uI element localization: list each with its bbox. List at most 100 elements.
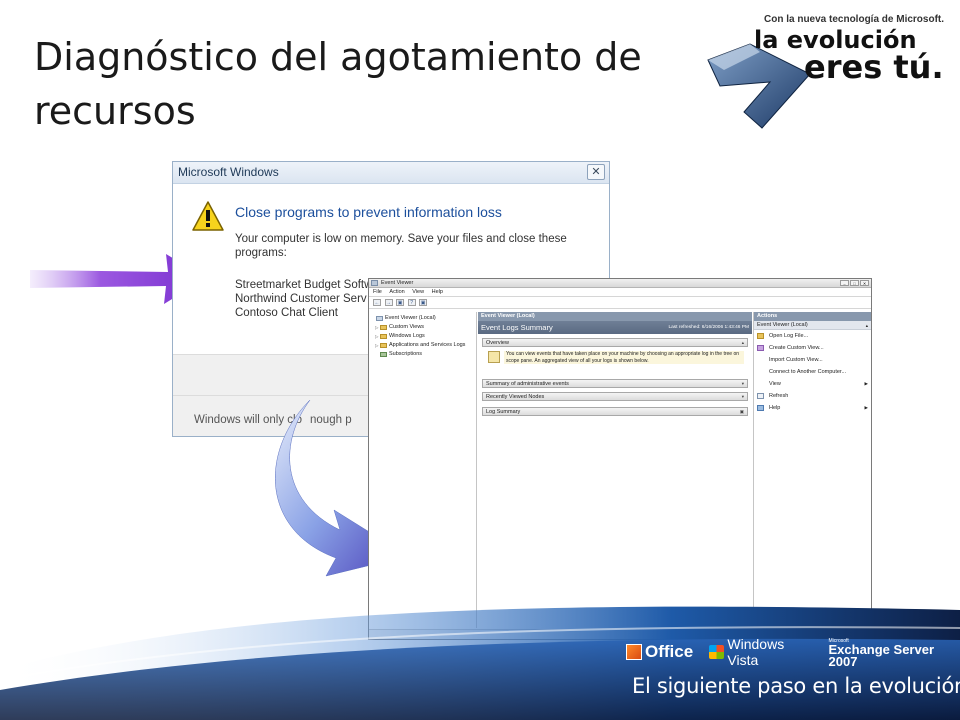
action-import-custom-view[interactable]: Import Custom View... (754, 354, 871, 366)
menu-action[interactable]: Action (389, 288, 404, 297)
evolution-logo: Con la nueva tecnología de Microsoft. la… (700, 0, 960, 140)
help-toolbar-icon[interactable]: ? (407, 299, 416, 306)
action-label: Open Log File... (769, 333, 809, 339)
overview-text: You can view events that have taken plac… (504, 351, 744, 364)
expand-icon[interactable]: ▾ (742, 393, 744, 401)
section-overview[interactable]: Overview ▴ (482, 338, 748, 347)
computer-icon (376, 316, 383, 321)
back-icon[interactable]: ← (373, 299, 381, 306)
event-logs-summary-bar: Event Logs Summary Last refreshed: 6/16/… (478, 321, 752, 334)
close-icon[interactable]: ✕ (860, 280, 869, 286)
ev-window-title: Event Viewer (381, 280, 414, 286)
expand-icon[interactable]: ▾ (742, 380, 744, 388)
windows-vista-label: Windows Vista (727, 636, 785, 668)
tree-item-label: Custom Views (389, 324, 425, 330)
banner-tagline: El siguiente paso en la evolución. (632, 674, 960, 698)
dialog-heading: Close programs to prevent information lo… (235, 204, 502, 220)
dialog-message: Your computer is low on memory. Save you… (235, 233, 567, 259)
section-label: Summary of administrative events (486, 381, 569, 387)
office-label: Office (645, 642, 694, 661)
action-view[interactable]: View ▶ (754, 378, 871, 390)
section-log-summary[interactable]: Log Summary ▣ (482, 407, 748, 416)
program-item: Northwind Customer Serv (235, 293, 367, 305)
maximize-icon[interactable]: □ (850, 280, 859, 286)
menu-help[interactable]: Help (432, 288, 443, 297)
submenu-arrow-icon: ▶ (864, 405, 868, 410)
section-admin-events[interactable]: Summary of administrative events ▾ (482, 379, 748, 388)
collapse-icon[interactable]: ▴ (866, 321, 868, 330)
dialog-title: Microsoft Windows (178, 165, 279, 179)
minimize-icon[interactable]: – (840, 280, 849, 286)
exchange-logo: Microsoft Exchange Server 2007 (829, 638, 960, 668)
action-label: Help (769, 405, 781, 411)
center-pane-header: Event Viewer (Local) (478, 312, 752, 321)
windows-vista-logo: Windows Vista (709, 636, 814, 668)
forward-icon[interactable]: → (384, 299, 393, 306)
ev-titlebar: Event Viewer – □ ✕ (369, 279, 871, 288)
show-hide-tree-icon[interactable]: ▣ (396, 299, 405, 306)
logo-line2: eres tú. (804, 48, 944, 86)
dialog-titlebar: Microsoft Windows ✕ (173, 162, 609, 184)
logo-tagline: Con la nueva tecnología de Microsoft. (764, 14, 945, 25)
tree-item-windows-logs[interactable]: ▷ Windows Logs (371, 332, 474, 341)
tree-item-custom-views[interactable]: ▷ Custom Views (371, 323, 474, 332)
collapse-icon[interactable]: ▴ (742, 339, 744, 347)
folder-icon (380, 334, 387, 339)
product-logos: Office Windows Vista Microsoft Exchange … (626, 636, 960, 668)
warning-icon (192, 201, 224, 231)
help-icon (757, 405, 764, 411)
menu-view[interactable]: View (412, 288, 424, 297)
office-logo: Office (626, 642, 693, 662)
ev-toolbar: ← → ▣ ? ▣ (369, 297, 871, 309)
windows-flag-icon (709, 645, 725, 659)
action-help[interactable]: Help ▶ (754, 402, 871, 414)
actions-group-header[interactable]: Event Viewer (Local) ▴ (754, 321, 871, 330)
section-recent-nodes[interactable]: Recently Viewed Nodes ▾ (482, 392, 748, 401)
action-create-custom-view[interactable]: Create Custom View... (754, 342, 871, 354)
folder-icon (380, 325, 387, 330)
overview-body: You can view events that have taken plac… (488, 349, 748, 369)
action-label: Refresh (769, 393, 789, 399)
folder-icon (380, 343, 387, 348)
info-icon (488, 351, 500, 363)
office-icon (626, 644, 642, 660)
tree-item-label: Event Viewer (Local) (385, 315, 436, 321)
action-connect-another-computer[interactable]: Connect to Another Computer... (754, 366, 871, 378)
tree-item-event-viewer-local[interactable]: Event Viewer (Local) (371, 314, 474, 323)
action-label: Create Custom View... (769, 345, 824, 351)
ev-window-buttons: – □ ✕ (839, 280, 869, 287)
slide-title: Diagnóstico del agotamiento de recursos (34, 35, 642, 133)
dialog-close-button[interactable]: ✕ (587, 164, 605, 180)
tree-item-label: Subscriptions (389, 351, 423, 357)
submenu-arrow-icon: ▶ (864, 381, 868, 386)
section-label: Overview (486, 340, 509, 346)
actions-header: Actions (754, 312, 871, 321)
event-viewer-icon (371, 280, 378, 286)
action-label: View (769, 381, 781, 387)
program-list: Streetmarket Budget Softw Northwind Cust… (235, 278, 372, 320)
action-label: Import Custom View... (769, 357, 823, 363)
section-label: Recently Viewed Nodes (486, 394, 545, 400)
refresh-icon (757, 393, 764, 399)
summary-title: Event Logs Summary (481, 323, 553, 332)
expand-icon[interactable]: ▣ (740, 408, 744, 416)
action-open-log-file[interactable]: Open Log File... (754, 330, 871, 342)
program-item: Streetmarket Budget Softw (235, 279, 373, 291)
menu-file[interactable]: File (373, 288, 382, 297)
open-folder-icon (757, 333, 764, 339)
tree-item-subscriptions[interactable]: Subscriptions (371, 350, 474, 359)
tree-item-applications-services-logs[interactable]: ▷ Applications and Services Logs (371, 341, 474, 350)
action-refresh[interactable]: Refresh (754, 390, 871, 402)
ev-menubar: File Action View Help (369, 288, 871, 297)
last-refreshed: Last refreshed: 6/16/2006 1:43:46 PM (668, 325, 749, 330)
exchange-label: Exchange Server 2007 (828, 642, 935, 669)
section-label: Log Summary (486, 409, 521, 415)
action-label: Connect to Another Computer... (769, 369, 847, 375)
tree-item-label: Windows Logs (389, 333, 425, 339)
tree-item-label: Applications and Services Logs (389, 342, 466, 348)
program-item: Contoso Chat Client (235, 307, 338, 319)
subscriptions-icon (380, 352, 387, 357)
actions-group-label: Event Viewer (Local) (757, 322, 808, 328)
filter-icon (757, 345, 764, 351)
show-hide-action-icon[interactable]: ▣ (419, 299, 428, 306)
